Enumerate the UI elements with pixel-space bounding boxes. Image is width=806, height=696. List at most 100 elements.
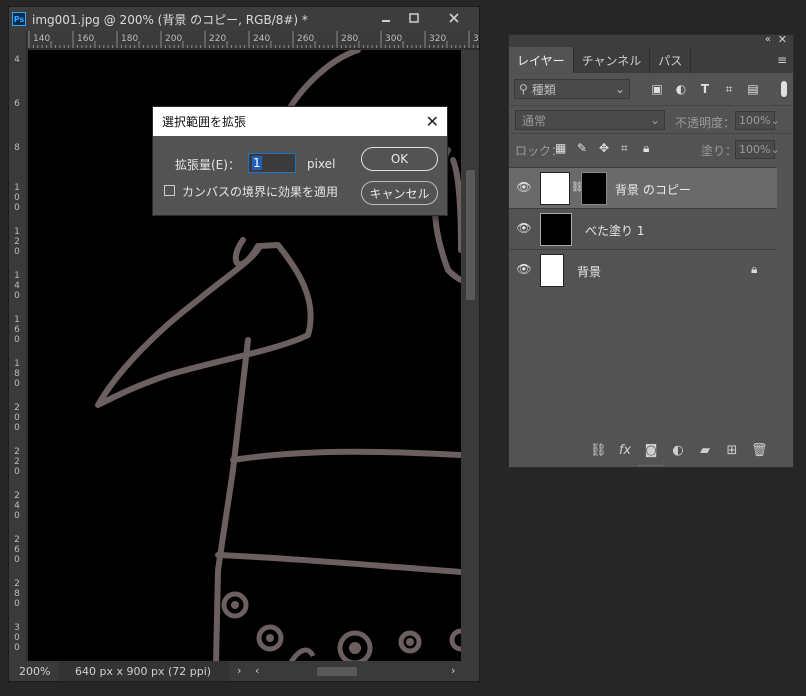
layer-thumbnail[interactable]: [540, 254, 564, 287]
layer-row-background[interactable]: 👁︎ 背景 🔒︎: [509, 249, 777, 290]
ruler-label: 180: [14, 359, 20, 389]
document-title-bar[interactable]: Ps img001.jpg @ 200% (背景 のコピー, RGB/8#) *: [9, 7, 479, 31]
ruler-label: 160: [14, 315, 20, 345]
ruler-horizontal[interactable]: 140 160 180 200 220 240 260 280 300 320 …: [27, 31, 479, 49]
ruler-label: 280: [14, 579, 20, 609]
shape-filter-icon[interactable]: ⌗: [722, 82, 736, 97]
dialog-title-bar[interactable]: 選択範囲を拡張 ✕: [153, 107, 447, 136]
layers-scrollbar[interactable]: [777, 167, 793, 437]
ruler-label: 300: [385, 34, 403, 44]
tab-paths[interactable]: パス: [650, 47, 692, 73]
adjustment-filter-icon[interactable]: ◐: [674, 82, 688, 96]
layer-name[interactable]: 背景 のコピー: [615, 181, 691, 198]
apply-canvas-bounds-label[interactable]: カンバスの境界に効果を適用: [182, 183, 338, 200]
new-layer-icon[interactable]: ⊞: [724, 443, 740, 458]
layer-name[interactable]: べた塗り 1: [585, 222, 644, 239]
ruler-label: 160: [77, 34, 95, 44]
eye-icon[interactable]: 👁︎: [516, 180, 532, 194]
lock-all-icon[interactable]: 🔒︎: [643, 141, 649, 156]
ruler-label: 100: [14, 183, 20, 213]
chevron-left-icon[interactable]: ‹: [255, 664, 259, 677]
ruler-label: 200: [165, 34, 183, 44]
layer-row-background-copy[interactable]: 👁︎ ⛓︎ 背景 のコピー: [509, 167, 777, 208]
lock-icon: 🔒︎: [751, 262, 758, 276]
maximize-icon: [409, 13, 419, 23]
ruler-label: 200: [14, 403, 20, 433]
fill-input[interactable]: 100% ⌄: [735, 140, 780, 159]
lock-transparent-icon[interactable]: ▦: [555, 141, 566, 155]
filter-kind-label: 種類: [531, 82, 556, 97]
collapse-icon[interactable]: «: [765, 34, 771, 45]
ok-button[interactable]: OK: [361, 147, 438, 171]
filter-row: ⚲ 種類 ⌄ ▣ ◐ T ⌗ ▤: [509, 73, 793, 105]
fill-layer-thumbnail[interactable]: [540, 213, 572, 246]
blend-mode-value: 通常: [522, 113, 547, 128]
layer-mask-thumbnail[interactable]: [581, 172, 607, 205]
tab-channels[interactable]: チャンネル: [574, 47, 651, 73]
panel-top-bar[interactable]: « ✕: [509, 33, 793, 47]
chevron-down-icon: ⌄: [614, 82, 625, 96]
ruler-label: 340: [473, 34, 479, 44]
close-icon[interactable]: ✕: [778, 33, 787, 46]
new-group-folder-icon[interactable]: ▰: [697, 443, 713, 458]
chevron-down-icon: ⌄: [649, 113, 660, 127]
document-window: Ps img001.jpg @ 200% (背景 のコピー, RGB/8#) *…: [8, 6, 480, 682]
ruler-label: 6: [14, 99, 20, 109]
minimize-button[interactable]: [373, 9, 399, 27]
vertical-scrollbar[interactable]: [461, 50, 479, 664]
apply-canvas-bounds-checkbox[interactable]: [164, 185, 175, 196]
horizontal-scroll-thumb[interactable]: [317, 667, 357, 676]
layer-filter-select[interactable]: ⚲ 種類 ⌄: [514, 79, 630, 99]
eye-icon[interactable]: 👁︎: [516, 262, 532, 276]
fx-icon[interactable]: fx: [617, 443, 633, 458]
adjustment-layer-icon[interactable]: ◐: [670, 443, 686, 458]
opacity-input[interactable]: 100% ⌄: [735, 111, 780, 130]
expand-by-input[interactable]: 1: [248, 153, 296, 173]
panel-resize-grip[interactable]: [639, 465, 663, 468]
horizontal-scrollbar[interactable]: › ‹ ›: [237, 661, 461, 681]
delete-trash-icon[interactable]: 🗑︎: [751, 443, 768, 458]
expand-by-value: 1: [252, 156, 262, 170]
ruler-label: 220: [209, 34, 227, 44]
lock-position-move-icon[interactable]: ✥: [599, 141, 609, 155]
lock-artboard-icon[interactable]: ⌗: [621, 141, 628, 156]
ruler-label: 4: [14, 55, 20, 65]
fill-value: 100%: [739, 143, 771, 156]
close-document-button[interactable]: [441, 9, 467, 27]
ruler-label: 280: [341, 34, 359, 44]
image-filter-icon[interactable]: ▣: [650, 82, 664, 96]
filter-toggle[interactable]: [781, 81, 787, 97]
blend-row: 通常 ⌄ 不透明度： 100% ⌄: [509, 105, 793, 133]
close-icon[interactable]: ✕: [426, 112, 439, 131]
ruler-vertical[interactable]: 4 6 8 100 120 140 160 180 200 220 240 26…: [9, 31, 27, 665]
blend-mode-select[interactable]: 通常 ⌄: [515, 110, 665, 130]
opacity-value: 100%: [739, 114, 771, 127]
layer-name[interactable]: 背景: [577, 263, 601, 280]
ruler-label: 180: [121, 34, 139, 44]
vertical-scroll-thumb[interactable]: [466, 170, 475, 300]
smart-object-filter-icon[interactable]: ▤: [746, 82, 760, 96]
chevron-right-icon[interactable]: ›: [451, 664, 455, 677]
close-icon: [449, 13, 459, 23]
minimize-icon: [382, 20, 390, 22]
layer-row-solid-fill[interactable]: 👁︎ べた塗り 1: [509, 208, 777, 249]
status-bar: 200% 640 px x 900 px (72 ppi) › ‹ ›: [9, 661, 479, 681]
cancel-button[interactable]: キャンセル: [361, 181, 438, 205]
link-layers-icon[interactable]: ⛓︎: [590, 443, 607, 458]
ruler-label: 220: [14, 447, 20, 477]
ruler-label: 320: [429, 34, 447, 44]
chevron-right-icon[interactable]: ›: [237, 664, 241, 677]
document-info[interactable]: 640 px x 900 px (72 ppi): [59, 661, 229, 681]
panel-tabs: レイヤー チャンネル パス ≡: [509, 47, 793, 73]
eye-icon[interactable]: 👁︎: [516, 221, 532, 235]
zoom-level[interactable]: 200%: [9, 665, 59, 678]
lock-image-brush-icon[interactable]: ✎: [577, 141, 587, 155]
opacity-label: 不透明度：: [675, 116, 736, 130]
type-filter-icon[interactable]: T: [698, 82, 712, 96]
document-title: img001.jpg @ 200% (背景 のコピー, RGB/8#) *: [32, 12, 308, 27]
panel-menu-icon[interactable]: ≡: [777, 53, 787, 67]
layer-thumbnail[interactable]: [540, 172, 570, 205]
maximize-button[interactable]: [401, 9, 427, 27]
tab-layers[interactable]: レイヤー: [509, 47, 574, 73]
add-mask-icon[interactable]: ◙: [643, 443, 659, 458]
